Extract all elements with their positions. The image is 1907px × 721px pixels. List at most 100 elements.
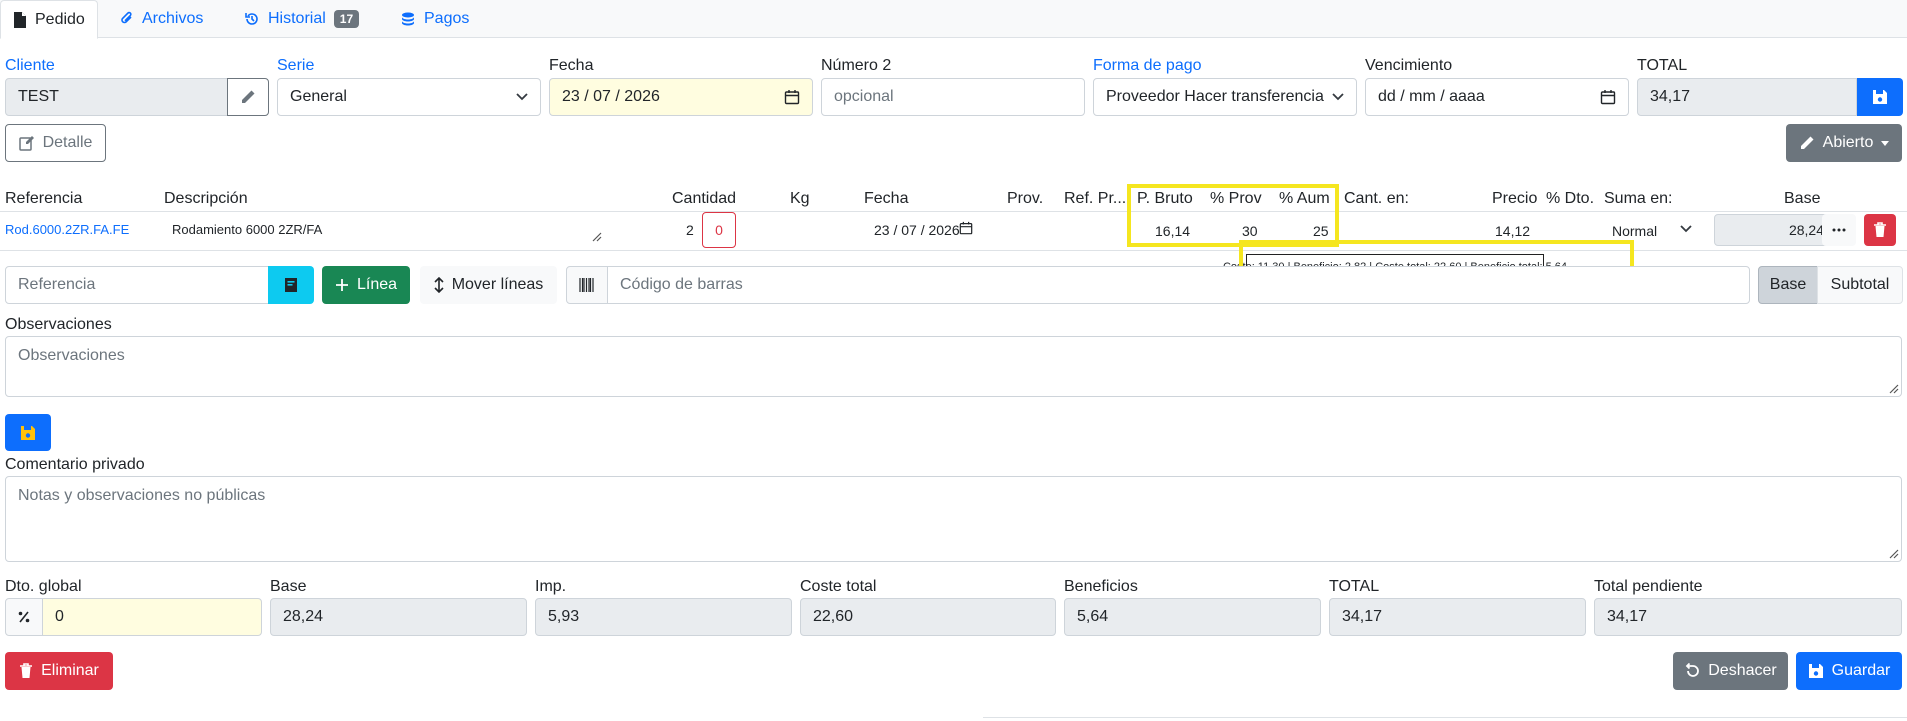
- percent-icon: [18, 611, 30, 623]
- col-cant-en: Cant. en:: [1344, 190, 1409, 207]
- row-precio[interactable]: 14,12: [1495, 223, 1530, 239]
- row-referencia-link[interactable]: Rod.6000.2ZR.FA.FE: [5, 222, 129, 237]
- resize-grip-icon[interactable]: [590, 230, 602, 242]
- col-pct-dto: % Dto.: [1546, 190, 1595, 207]
- total-pendiente-label: Total pendiente: [1594, 578, 1703, 595]
- file-icon: [13, 11, 27, 28]
- edit-cliente-button[interactable]: [227, 78, 269, 116]
- eliminar-label: Eliminar: [41, 662, 99, 679]
- plus-icon: [335, 278, 349, 292]
- total-pendiente-field: 34,17: [1594, 598, 1902, 636]
- calendar-icon[interactable]: [1600, 89, 1616, 105]
- fecha-value: 23 / 07 / 2026: [562, 88, 660, 105]
- comentario-textarea[interactable]: Notas y observaciones no públicas: [5, 476, 1902, 562]
- total-bottom-label: TOTAL: [1329, 578, 1380, 595]
- col-prov: Prov.: [1007, 190, 1044, 207]
- col-ref-pr: Ref. Pr...: [1064, 190, 1127, 207]
- more-options-button[interactable]: [1822, 214, 1856, 246]
- guardar-button[interactable]: Guardar: [1796, 652, 1902, 690]
- resize-grip-icon[interactable]: [1887, 547, 1899, 559]
- vencimiento-placeholder: dd / mm / aaaa: [1378, 88, 1485, 105]
- eliminar-button[interactable]: Eliminar: [5, 652, 113, 690]
- total-label: TOTAL: [1637, 57, 1688, 74]
- col-referencia: Referencia: [5, 190, 83, 207]
- fecha-input[interactable]: 23 / 07 / 2026: [549, 78, 813, 116]
- beneficios-field: 5,64: [1064, 598, 1321, 636]
- referencia-input[interactable]: Referencia: [5, 266, 269, 304]
- numero2-input[interactable]: opcional: [821, 78, 1085, 116]
- tab-pedido[interactable]: Pedido: [0, 0, 98, 39]
- col-fecha: Fecha: [864, 190, 909, 207]
- vencimiento-input[interactable]: dd / mm / aaaa: [1365, 78, 1629, 116]
- forma-pago-select[interactable]: Proveedor Hacer transferencia: [1093, 78, 1357, 116]
- percent-addon: [5, 598, 43, 636]
- pencil-icon: [240, 89, 256, 105]
- base-toggle-button[interactable]: Base: [1758, 266, 1818, 304]
- trash-icon: [1873, 222, 1887, 238]
- trash-icon: [19, 663, 33, 679]
- imp-field: 5,93: [535, 598, 792, 636]
- observaciones-placeholder: Observaciones: [18, 347, 125, 364]
- col-precio: Precio: [1492, 190, 1538, 207]
- coins-icon: [400, 11, 416, 27]
- row-suma-en-select[interactable]: Normal: [1612, 223, 1657, 239]
- historial-count-badge: 17: [333, 10, 360, 28]
- abierto-dropdown-button[interactable]: Abierto: [1786, 124, 1902, 162]
- detalle-label: Detalle: [42, 134, 93, 151]
- subtotal-toggle-button[interactable]: Subtotal: [1817, 266, 1903, 304]
- row-descripcion[interactable]: Rodamiento 6000 2ZR/FA: [172, 222, 322, 237]
- highlight-price-columns: [1127, 184, 1339, 247]
- tab-historial[interactable]: Historial 17: [232, 0, 371, 38]
- paperclip-icon: [120, 11, 134, 27]
- tab-bar: Pedido Archivos Historial 17 Pagos: [0, 0, 1907, 39]
- pencil-icon: [1799, 135, 1815, 151]
- tab-archivos[interactable]: Archivos: [108, 0, 215, 38]
- resize-grip-icon[interactable]: [1887, 382, 1899, 394]
- detalle-button[interactable]: Detalle: [5, 124, 106, 162]
- mover-lineas-button[interactable]: Mover líneas: [420, 266, 557, 304]
- deshacer-button[interactable]: Deshacer: [1673, 652, 1788, 690]
- forma-pago-value: Proveedor Hacer transferencia: [1106, 88, 1324, 105]
- arrows-vertical-icon: [434, 277, 444, 293]
- undo-icon: [1684, 663, 1700, 679]
- save-icon-button[interactable]: [1857, 78, 1903, 116]
- referencia-placeholder: Referencia: [18, 276, 96, 293]
- footer-divider: [983, 717, 1907, 721]
- calendar-icon[interactable]: [959, 221, 973, 235]
- row-cantidad[interactable]: 2: [686, 222, 694, 238]
- observaciones-textarea[interactable]: Observaciones: [5, 336, 1902, 397]
- abierto-label: Abierto: [1822, 134, 1874, 151]
- serie-select[interactable]: General: [277, 78, 541, 116]
- fecha-label: Fecha: [549, 57, 594, 74]
- history-icon: [244, 11, 260, 27]
- coste-total-label: Coste total: [800, 578, 877, 595]
- tab-archivos-label: Archivos: [142, 10, 204, 27]
- save-observaciones-button[interactable]: [5, 414, 51, 451]
- dto-global-input[interactable]: 0: [42, 598, 262, 636]
- col-base: Base: [1784, 190, 1821, 207]
- floppy-icon: [1808, 663, 1824, 679]
- caret-down-icon: [1881, 140, 1890, 146]
- vencimiento-label: Vencimiento: [1365, 57, 1453, 74]
- forma-pago-label[interactable]: Forma de pago: [1093, 57, 1202, 75]
- total-bottom-field: 34,17: [1329, 598, 1586, 636]
- numero2-label: Número 2: [821, 57, 892, 74]
- col-descripcion: Descripción: [164, 190, 248, 207]
- tab-pedido-label: Pedido: [35, 10, 85, 28]
- edit-square-icon: [18, 135, 35, 151]
- barcode-icon: [579, 278, 595, 292]
- row-fecha[interactable]: 23 / 07 / 2026: [874, 222, 960, 238]
- add-linea-button[interactable]: Línea: [322, 266, 410, 304]
- cliente-input[interactable]: TEST: [5, 78, 228, 116]
- delete-row-button[interactable]: [1864, 214, 1896, 246]
- cliente-label[interactable]: Cliente: [5, 57, 55, 75]
- barcode-addon: [566, 266, 608, 304]
- row-extra-input[interactable]: 0: [702, 212, 736, 248]
- catalog-button[interactable]: [268, 266, 314, 304]
- observaciones-label: Observaciones: [5, 316, 112, 333]
- calendar-icon[interactable]: [784, 89, 800, 105]
- comentario-placeholder: Notas y observaciones no públicas: [18, 487, 266, 504]
- serie-label[interactable]: Serie: [277, 57, 314, 75]
- barcode-input[interactable]: Código de barras: [607, 266, 1750, 304]
- tab-pagos[interactable]: Pagos: [388, 0, 481, 38]
